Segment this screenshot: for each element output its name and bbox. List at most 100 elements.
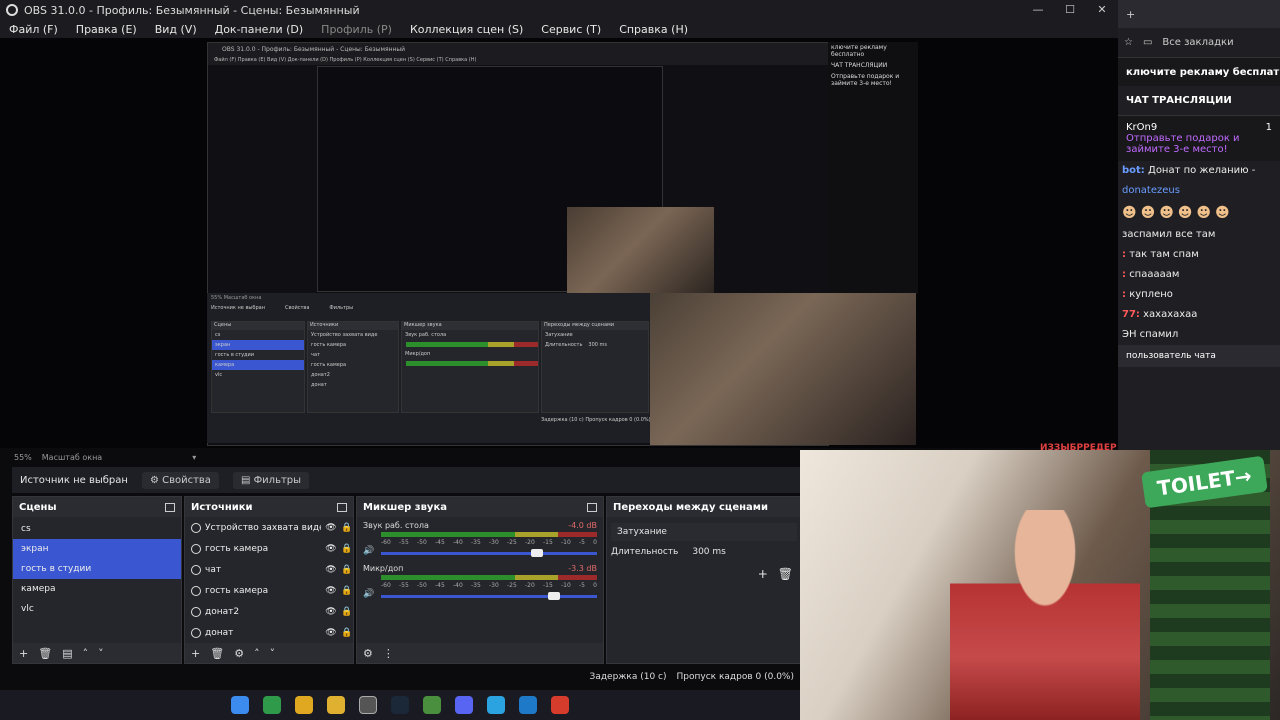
lock-icon[interactable]: 🔒	[341, 607, 353, 617]
minimize-button[interactable]: —	[1022, 0, 1054, 20]
trash-icon[interactable]: 🗑	[210, 647, 224, 660]
chat-message: 77: хахахахаа	[1118, 305, 1280, 325]
nested-sources-panel: Источники Устройство захвата виде гость …	[307, 321, 399, 413]
folder-icon: ▭	[1142, 37, 1153, 48]
source-label: Устройство захвата виде	[205, 522, 321, 533]
discord-icon[interactable]	[455, 696, 473, 714]
eye-icon[interactable]: 👁	[325, 628, 337, 638]
lock-icon[interactable]: 🔒	[341, 565, 353, 575]
lock-icon[interactable]: 🔒	[341, 523, 353, 533]
trash-icon[interactable]: 🗑	[778, 567, 793, 581]
add-icon[interactable]: +	[191, 647, 200, 660]
maximize-button[interactable]: ☐	[1054, 0, 1086, 20]
windows-start-icon[interactable]	[231, 696, 249, 714]
add-icon[interactable]: +	[19, 647, 28, 660]
dock-undock-icon[interactable]	[337, 502, 347, 512]
arrow-up-icon[interactable]: ˄	[254, 647, 260, 660]
chrome-icon[interactable]	[423, 696, 441, 714]
eye-icon[interactable]: 👁	[325, 586, 337, 596]
properties-label: Свойства	[162, 474, 211, 486]
tick: -10	[561, 582, 571, 589]
filters-label: Фильтры	[253, 474, 302, 486]
close-button[interactable]: ✕	[1086, 0, 1118, 20]
chevron-down-icon[interactable]: ▾	[192, 453, 196, 462]
dock-undock-icon[interactable]	[165, 502, 175, 512]
chat-text[interactable]: donatezeus	[1122, 185, 1180, 196]
menu-profile[interactable]: Профиль (P)	[312, 23, 401, 36]
sources-dock: Источники Устройство захвата виде 👁 🔒 гост…	[184, 496, 354, 664]
scene-item-camera[interactable]: камера	[13, 579, 181, 599]
speaker-icon[interactable]: 🔊	[363, 589, 377, 599]
menu-view[interactable]: Вид (V)	[146, 23, 206, 36]
scene-item-guest-studio[interactable]: гость в студии	[13, 559, 181, 579]
slider-knob[interactable]	[530, 548, 543, 557]
eye-icon[interactable]: 👁	[325, 565, 337, 575]
duration-input[interactable]: 300 ms	[692, 547, 726, 557]
explorer-icon[interactable]	[327, 696, 345, 714]
bookmarks-label[interactable]: Все закладки	[1162, 37, 1233, 48]
star-icon[interactable]: ☆	[1124, 37, 1133, 48]
browser-tabstrip: +	[1118, 0, 1280, 28]
trash-icon[interactable]: 🗑	[38, 647, 52, 660]
menu-edit[interactable]: Правка (E)	[67, 23, 146, 36]
scene-item-vlc[interactable]: vlc	[13, 599, 181, 619]
nested-duration-label: Длительность	[545, 342, 583, 348]
add-icon[interactable]: +	[758, 567, 768, 581]
edge-icon[interactable]	[519, 696, 537, 714]
tick: -15	[543, 582, 553, 589]
eye-icon[interactable]: 👁	[325, 544, 337, 554]
arrow-down-icon[interactable]: ˅	[98, 647, 104, 660]
menu-scene-collection[interactable]: Коллекция сцен (S)	[401, 23, 532, 36]
title-bar: OBS 31.0.0 - Профиль: Безымянный - Сцены…	[0, 0, 1118, 20]
new-tab-icon[interactable]: +	[1126, 8, 1135, 21]
source-item[interactable]: донат 👁 🔒	[185, 622, 353, 643]
source-item[interactable]: чат 👁 🔒	[185, 559, 353, 580]
tick: -35	[471, 582, 481, 589]
scene-item-screen[interactable]: экран	[13, 539, 181, 559]
gift-cta: Отправьте подарок и займите 3-е место!	[1126, 133, 1240, 155]
lock-icon[interactable]: 🔒	[341, 628, 353, 638]
scene-item-cs[interactable]: cs	[13, 519, 181, 539]
filters-button[interactable]: ▤ Фильтры	[232, 471, 310, 489]
obs-icon[interactable]	[359, 696, 377, 714]
menu-tools[interactable]: Сервис (T)	[532, 23, 610, 36]
user-action-bar[interactable]: пользователь чата	[1118, 345, 1280, 367]
properties-button[interactable]: ⚙ Свойства	[141, 471, 219, 489]
menu-help[interactable]: Справка (H)	[610, 23, 697, 36]
advanced-audio-icon[interactable]: ⚙	[363, 647, 373, 660]
telegram-icon[interactable]	[487, 696, 505, 714]
folder-icon[interactable]	[295, 696, 313, 714]
volume-slider[interactable]	[381, 548, 597, 557]
arrow-down-icon[interactable]: ˅	[270, 647, 276, 660]
dock-undock-icon[interactable]	[587, 502, 597, 512]
steam-icon[interactable]	[391, 696, 409, 714]
source-item[interactable]: Устройство захвата виде 👁 🔒	[185, 517, 353, 538]
arrow-up-icon[interactable]: ˄	[83, 647, 89, 660]
eye-icon[interactable]: 👁	[325, 523, 337, 533]
chat-message: заспамил все там	[1118, 225, 1280, 245]
menu-file[interactable]: Файл (F)	[0, 23, 67, 36]
transition-select[interactable]: Затухание	[611, 523, 797, 541]
menu-docks[interactable]: Док-панели (D)	[206, 23, 313, 36]
source-item[interactable]: гость камера 👁 🔒	[185, 580, 353, 601]
zoom-value[interactable]: 55%	[14, 453, 32, 462]
filter-icon[interactable]: ▤	[62, 647, 72, 660]
streamer	[950, 510, 1140, 720]
source-item[interactable]: донат2 👁 🔒	[185, 601, 353, 622]
lock-icon[interactable]: 🔒	[341, 586, 353, 596]
more-options-icon[interactable]: ⋮	[383, 647, 394, 660]
gift-banner[interactable]: KrOn9 1 Отправьте подарок и займите 3-е м…	[1118, 116, 1280, 161]
speaker-icon[interactable]: 🔊	[363, 546, 377, 556]
chrome-icon[interactable]	[551, 696, 569, 714]
sources-toolbar: + 🗑 ⚙ ˄ ˅	[185, 643, 353, 663]
source-item[interactable]: гость камера 👁 🔒	[185, 538, 353, 559]
nested-source: донат2	[311, 372, 330, 378]
eye-icon[interactable]: 👁	[325, 607, 337, 617]
slider-knob[interactable]	[547, 591, 560, 600]
promo-banner[interactable]: ключите рекламу бесплатно	[1118, 58, 1280, 86]
xbox-icon[interactable]	[263, 696, 281, 714]
lock-icon[interactable]: 🔒	[341, 544, 353, 554]
nested-source: гость камера	[311, 362, 347, 368]
volume-slider[interactable]	[381, 591, 597, 600]
gear-icon[interactable]: ⚙	[234, 647, 244, 660]
